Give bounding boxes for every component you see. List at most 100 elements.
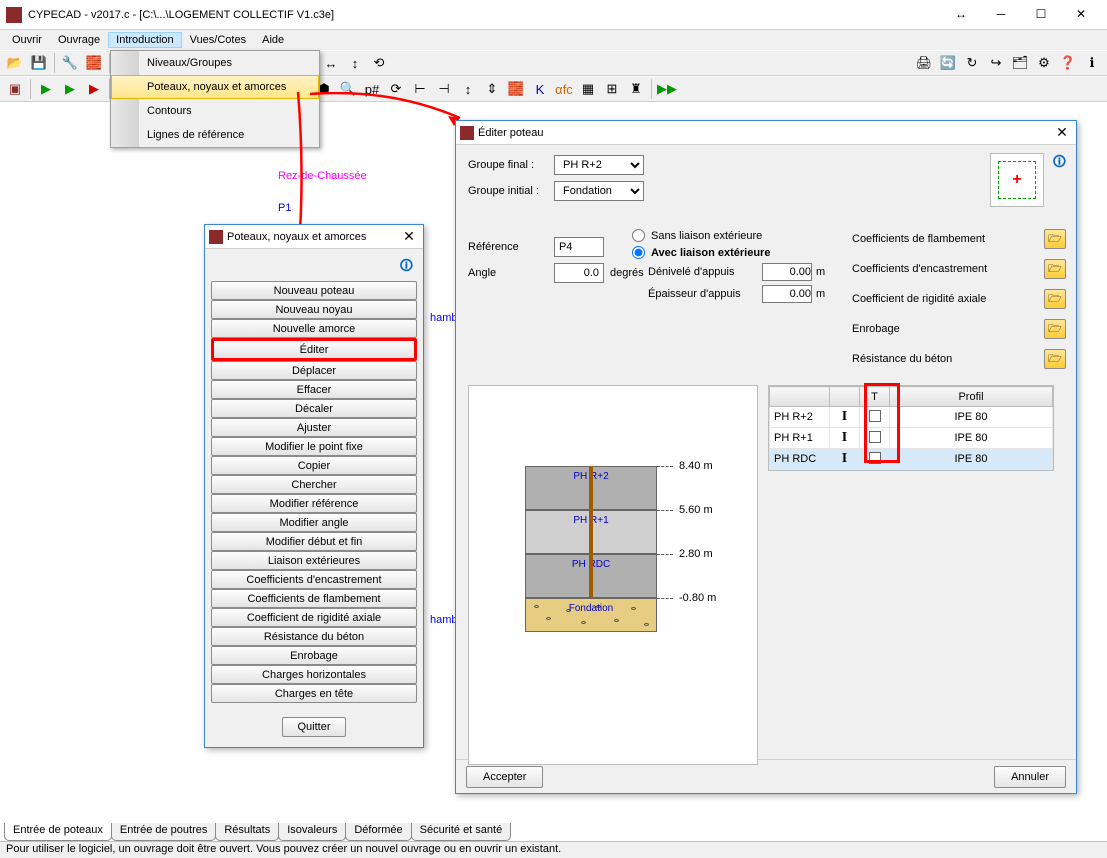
tool-icon[interactable]: ⇕ xyxy=(481,78,503,100)
dropdown-lignes[interactable]: Lignes de référence xyxy=(111,123,319,147)
tool-icon[interactable]: ↻ xyxy=(961,52,983,74)
checkbox[interactable] xyxy=(869,431,881,443)
poteaux-action-button[interactable]: Éditer xyxy=(211,338,417,361)
annuler-button[interactable]: Annuler xyxy=(994,766,1066,788)
groupe-final-select[interactable]: PH R+2 xyxy=(554,155,644,175)
tab-securite[interactable]: Sécurité et santé xyxy=(411,823,512,841)
poteaux-action-button[interactable]: Modifier le point fixe xyxy=(211,437,417,456)
poteaux-action-button[interactable]: Décaler xyxy=(211,399,417,418)
dropdown-poteaux[interactable]: Poteaux, noyaux et amorces xyxy=(111,75,319,99)
tool-icon[interactable]: 🔧 xyxy=(59,52,81,74)
groupe-initial-select[interactable]: Fondation xyxy=(554,181,644,201)
menu-aide[interactable]: Aide xyxy=(254,32,292,48)
settings-icon[interactable]: ⚙ xyxy=(1033,52,1055,74)
epaisseur-input[interactable] xyxy=(762,285,812,303)
tool-icon[interactable]: 🔍 xyxy=(337,78,359,100)
radio-avec-liaison[interactable]: Avec liaison extérieure xyxy=(630,246,830,259)
tool-icon[interactable]: 🗂 xyxy=(1009,52,1031,74)
save-icon[interactable]: 💾 xyxy=(28,52,50,74)
tool-icon[interactable]: K xyxy=(529,78,551,100)
open-icon[interactable]: 📂 xyxy=(4,52,26,74)
checkbox[interactable] xyxy=(869,410,881,422)
coef-flambement-button[interactable]: 🗁 xyxy=(1044,229,1066,249)
tool-icon[interactable]: ▶▶ xyxy=(656,78,678,100)
restore-down-icon[interactable]: ↔ xyxy=(941,1,981,29)
menu-ouvrir[interactable]: Ouvrir xyxy=(4,32,50,48)
tool-icon[interactable]: ⊞ xyxy=(601,78,623,100)
poteaux-action-button[interactable]: Liaison extérieures xyxy=(211,551,417,570)
tab-isovaleurs[interactable]: Isovaleurs xyxy=(278,823,346,841)
tool-icon[interactable]: ↕ xyxy=(457,78,479,100)
angle-input[interactable] xyxy=(554,263,604,283)
tool-icon[interactable]: αfc xyxy=(553,78,575,100)
maximize-button[interactable]: ☐ xyxy=(1021,1,1061,29)
tab-deformee[interactable]: Déformée xyxy=(345,823,411,841)
menu-introduction[interactable]: Introduction xyxy=(108,32,181,48)
tool-icon[interactable]: ▦ xyxy=(577,78,599,100)
menu-vues[interactable]: Vues/Cotes xyxy=(182,32,254,48)
help-icon[interactable]: ❓ xyxy=(1057,52,1079,74)
poteaux-action-button[interactable]: Enrobage xyxy=(211,646,417,665)
help-icon[interactable]: 🛈 xyxy=(211,255,417,281)
help-icon[interactable]: 🛈 xyxy=(1053,153,1066,175)
coef-rigidite-button[interactable]: 🗁 xyxy=(1044,289,1066,309)
tool-icon[interactable]: ↕ xyxy=(344,52,366,74)
tool-icon[interactable]: ⟳ xyxy=(385,78,407,100)
tool-icon[interactable]: ↪ xyxy=(985,52,1007,74)
tool-icon[interactable]: 🧱 xyxy=(83,52,105,74)
tool-icon[interactable]: ↔ xyxy=(320,52,342,74)
poteaux-action-button[interactable]: Nouveau poteau xyxy=(211,281,417,300)
tool-icon[interactable]: ⊢ xyxy=(409,78,431,100)
dialog-close-button[interactable]: ✕ xyxy=(1052,124,1072,141)
tab-resultats[interactable]: Résultats xyxy=(215,823,279,841)
tool-icon[interactable]: 🔄 xyxy=(937,52,959,74)
poteaux-action-button[interactable]: Chercher xyxy=(211,475,417,494)
poteaux-action-button[interactable]: Copier xyxy=(211,456,417,475)
poteaux-action-button[interactable]: Ajuster xyxy=(211,418,417,437)
accepter-button[interactable]: Accepter xyxy=(466,766,543,788)
print-icon[interactable]: 🖨 xyxy=(913,52,935,74)
minimize-button[interactable]: ─ xyxy=(981,1,1021,29)
poteaux-action-button[interactable]: Modifier début et fin xyxy=(211,532,417,551)
menu-ouvrage[interactable]: Ouvrage xyxy=(50,32,108,48)
poteaux-action-button[interactable]: Effacer xyxy=(211,380,417,399)
tool-icon[interactable]: ▶ xyxy=(83,78,105,100)
tool-icon[interactable]: 🧱 xyxy=(505,78,527,100)
quit-button[interactable]: Quitter xyxy=(282,717,345,737)
tab-entree-poutres[interactable]: Entrée de poutres xyxy=(111,823,216,841)
position-indicator[interactable] xyxy=(990,153,1044,207)
poteaux-action-button[interactable]: Charges en tête xyxy=(211,684,417,703)
poteaux-action-button[interactable]: Modifier référence xyxy=(211,494,417,513)
dropdown-niveaux[interactable]: Niveaux/Groupes xyxy=(111,51,319,75)
info-icon[interactable]: ℹ xyxy=(1081,52,1103,74)
poteaux-action-button[interactable]: Coefficient de rigidité axiale xyxy=(211,608,417,627)
dialog-poteaux-titlebar[interactable]: Poteaux, noyaux et amorces ✕ xyxy=(205,225,423,249)
tab-entree-poteaux[interactable]: Entrée de poteaux xyxy=(4,823,112,841)
poteaux-action-button[interactable]: Nouveau noyau xyxy=(211,300,417,319)
poteaux-action-button[interactable]: Modifier angle xyxy=(211,513,417,532)
close-button[interactable]: ✕ xyxy=(1061,1,1101,29)
table-row[interactable]: PH R+1IIPE 80 xyxy=(770,428,1053,449)
coef-encastrement-button[interactable]: 🗁 xyxy=(1044,259,1066,279)
poteaux-action-button[interactable]: Coefficients d'encastrement xyxy=(211,570,417,589)
enrobage-button[interactable]: 🗁 xyxy=(1044,319,1066,339)
checkbox[interactable] xyxy=(869,452,881,464)
radio-sans-liaison[interactable]: Sans liaison extérieure xyxy=(630,229,830,242)
poteaux-action-button[interactable]: Charges horizontales xyxy=(211,665,417,684)
denivele-input[interactable] xyxy=(762,263,812,281)
tool-icon[interactable]: ▶ xyxy=(59,78,81,100)
dialog-edit-titlebar[interactable]: Éditer poteau ✕ xyxy=(456,121,1076,145)
table-row[interactable]: PH R+2IIPE 80 xyxy=(770,407,1053,428)
poteaux-action-button[interactable]: Coefficients de flambement xyxy=(211,589,417,608)
resistance-button[interactable]: 🗁 xyxy=(1044,349,1066,369)
dropdown-contours[interactable]: Contours xyxy=(111,99,319,123)
tool-icon[interactable]: ▶ xyxy=(35,78,57,100)
poteaux-action-button[interactable]: Déplacer xyxy=(211,361,417,380)
table-row[interactable]: PH RDCIIPE 80 xyxy=(770,449,1053,470)
reference-input[interactable] xyxy=(554,237,604,257)
tool-icon[interactable]: ⊣ xyxy=(433,78,455,100)
tool-icon[interactable]: ▣ xyxy=(4,78,26,100)
tool-icon[interactable]: ♜ xyxy=(625,78,647,100)
tool-icon[interactable]: p# xyxy=(361,78,383,100)
poteaux-action-button[interactable]: Résistance du béton xyxy=(211,627,417,646)
